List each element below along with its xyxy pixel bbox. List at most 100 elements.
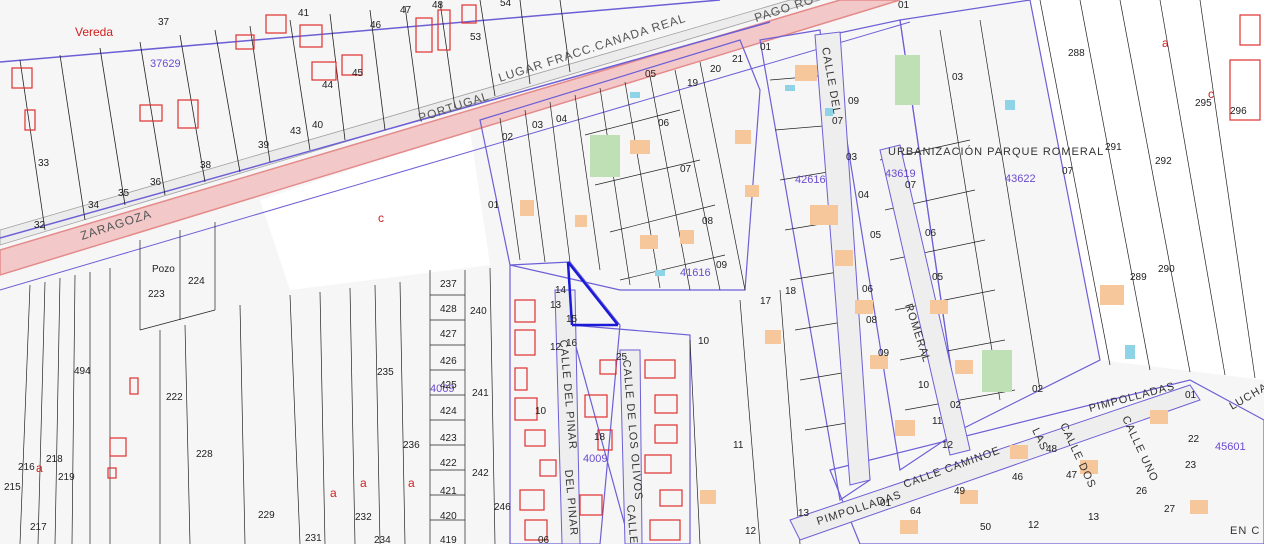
parcel-19: 19 — [687, 78, 699, 89]
green-area-1 — [590, 135, 620, 177]
parcel-01a: 01 — [488, 200, 500, 211]
block-42616: 42616 — [795, 174, 826, 186]
parcel-15: 15 — [566, 314, 578, 325]
parcel-222: 222 — [166, 392, 183, 403]
parcel-12a: 12 — [745, 526, 757, 537]
parcel-26: 26 — [1136, 486, 1148, 497]
parcel-53: 53 — [470, 32, 482, 43]
block-43619: 43619 — [885, 168, 916, 180]
label-urbanizacion: URBANIZACIÓN PARQUE ROMERAL — [888, 145, 1104, 158]
green-area-2 — [895, 55, 920, 105]
parcel-494: 494 — [74, 366, 91, 377]
parcel-18: 18 — [785, 286, 797, 297]
parcel-44: 44 — [322, 80, 334, 91]
parcel-64: 64 — [910, 506, 922, 517]
parcel-37: 37 — [158, 17, 170, 28]
parcel-01b: 01 — [760, 42, 772, 53]
parcel-46b: 46 — [1012, 472, 1024, 483]
parcel-288: 288 — [1068, 48, 1085, 59]
parcel-224: 224 — [188, 276, 205, 287]
label-pozo: Pozo — [152, 264, 175, 275]
parcel-11a: 11 — [733, 440, 744, 451]
parcel-04b: 04 — [858, 190, 870, 201]
parcel-234: 234 — [374, 535, 391, 544]
parcel-16: 16 — [566, 338, 578, 349]
parcel-07c: 07 — [905, 180, 917, 191]
parcel-46: 46 — [370, 20, 382, 31]
parcel-40: 40 — [312, 120, 324, 131]
parcel-39: 39 — [258, 140, 270, 151]
parcel-228: 228 — [196, 449, 213, 460]
parcel-07a: 07 — [680, 164, 692, 175]
parcel-43: 43 — [290, 126, 302, 137]
parcel-22: 22 — [1188, 434, 1200, 445]
parcel-07e: 07 — [1062, 166, 1074, 177]
parcel-232: 232 — [355, 512, 372, 523]
parcel-33: 33 — [38, 158, 50, 169]
parcel-242: 242 — [472, 468, 489, 479]
parcel-32: 32 — [34, 220, 46, 231]
parcel-12c: 12 — [550, 342, 562, 353]
parcel-241: 241 — [472, 388, 489, 399]
parcel-10b: 10 — [918, 380, 930, 391]
parcel-38: 38 — [200, 160, 212, 171]
cadastral-map[interactable]: ZARAGOZA PORTUGAL LUGAR FRACC.CANADA REA… — [0, 0, 1264, 544]
parcel-07d: 06 — [862, 284, 874, 295]
parcel-04a: 04 — [556, 114, 568, 125]
parcel-01e: 01 — [1185, 390, 1197, 401]
parcel-17: 17 — [760, 296, 772, 307]
marker-a2: a — [360, 476, 367, 490]
parcel-289: 289 — [1130, 272, 1147, 283]
block-45601: 45601 — [1215, 441, 1246, 453]
marker-a5: a — [36, 461, 43, 475]
block-43622: 43622 — [1005, 173, 1036, 185]
parcel-11b: 11 — [932, 416, 943, 427]
parcel-427: 427 — [440, 329, 457, 340]
block-37629: 37629 — [150, 58, 181, 70]
parcel-01c: 01 — [898, 0, 910, 11]
marker-a1: a — [330, 486, 337, 500]
parcel-240: 240 — [470, 306, 487, 317]
parcel-27: 27 — [1164, 504, 1176, 515]
label-en-c: EN C — [1230, 525, 1260, 537]
marker-a4: a — [1162, 36, 1169, 50]
marker-c1: c — [378, 211, 384, 225]
parcel-35: 35 — [118, 188, 130, 199]
parcel-03b: 03 — [846, 152, 858, 163]
parcel-237: 237 — [440, 279, 457, 290]
parcel-216: 216 — [18, 462, 35, 473]
parcel-425: 425 — [440, 380, 457, 391]
block-41616: 41616 — [680, 267, 711, 279]
parcel-21: 21 — [732, 54, 744, 65]
parcel-50: 50 — [980, 522, 992, 533]
parcel-424: 424 — [440, 406, 457, 417]
parcel-13c: 13 — [1088, 512, 1100, 523]
parcel-18b: 18 — [594, 432, 606, 443]
parcel-422: 422 — [440, 458, 457, 469]
parcel-291: 291 — [1105, 142, 1122, 153]
parcel-45: 45 — [352, 68, 364, 79]
parcel-48: 48 — [432, 0, 444, 11]
marker-c2: c — [1208, 87, 1214, 101]
marker-a3: a — [408, 476, 415, 490]
parcel-223: 223 — [148, 289, 165, 300]
parcel-218: 218 — [46, 454, 63, 465]
parcel-07b: 07 — [832, 116, 844, 127]
block-4009: 4009 — [583, 453, 607, 465]
parcel-05c: 05 — [932, 272, 944, 283]
parcel-47b: 47 — [1066, 470, 1078, 481]
parcel-246: 246 — [494, 502, 511, 513]
parcel-292: 292 — [1155, 156, 1172, 167]
parcel-06d: 06 — [538, 535, 550, 544]
parcel-13a: 13 — [798, 508, 810, 519]
parcel-02b: 02 — [950, 400, 962, 411]
parcel-290: 290 — [1158, 264, 1175, 275]
map-canvas: ZARAGOZA PORTUGAL LUGAR FRACC.CANADA REA… — [0, 0, 1264, 544]
parcel-06c: 06 — [925, 228, 937, 239]
parcel-01d: 01 — [880, 498, 892, 509]
parcel-06a: 06 — [658, 118, 670, 129]
parcel-219: 219 — [58, 472, 75, 483]
parcel-09c: 09 — [878, 348, 890, 359]
parcel-05b: 05 — [870, 230, 882, 241]
parcel-49: 49 — [954, 486, 966, 497]
